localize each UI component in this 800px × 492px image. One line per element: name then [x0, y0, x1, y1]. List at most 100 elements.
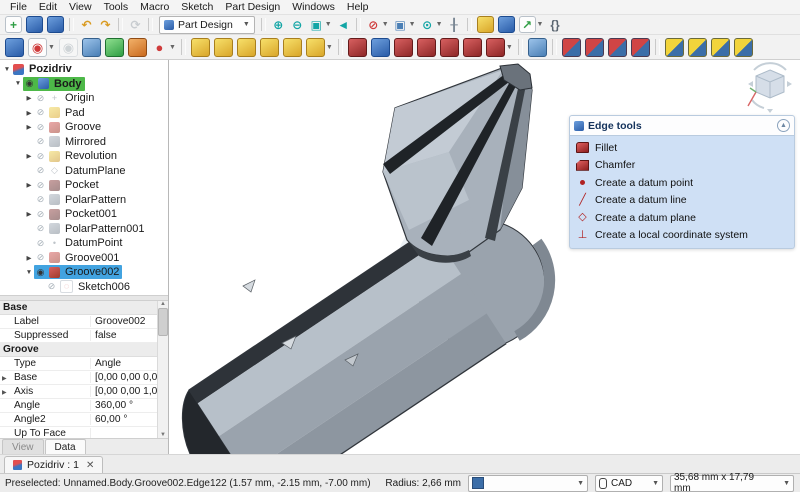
edge-tool-lcs[interactable]: ⊥Create a local coordinate system — [570, 227, 794, 245]
expand-open-icon[interactable]: ▼ — [24, 269, 34, 276]
edge-tool-fillet[interactable]: Fillet — [570, 139, 794, 157]
thickness-icon[interactable] — [630, 37, 651, 58]
save-icon[interactable] — [46, 15, 65, 34]
tree-item-datumplane[interactable]: ⊘◇DatumPlane — [0, 164, 168, 179]
document-tab[interactable]: Pozidriv : 1 ✕ — [4, 456, 103, 473]
create-part-icon[interactable] — [476, 15, 495, 34]
expand-closed-icon[interactable]: ▶ — [2, 375, 7, 382]
tree-item-revolution[interactable]: ▶⊘Revolution — [0, 149, 168, 164]
subtractive-helix-icon[interactable] — [462, 37, 483, 58]
undo-icon[interactable]: ↶ — [78, 16, 95, 33]
additive-loft-icon[interactable] — [236, 37, 257, 58]
property-value[interactable]: Groove002 — [91, 316, 158, 327]
expand-closed-icon[interactable]: ▶ — [24, 123, 34, 131]
axonometric-view-icon[interactable]: ▣▼ — [392, 16, 417, 33]
edge-tool-point[interactable]: Create a datum point — [570, 174, 794, 192]
pad-icon[interactable] — [190, 37, 211, 58]
subtractive-pipe-icon[interactable] — [439, 37, 460, 58]
expand-closed-icon[interactable]: ▶ — [24, 210, 34, 218]
scroll-down-icon[interactable]: ▼ — [160, 432, 166, 438]
hole-icon[interactable] — [370, 37, 391, 58]
close-tab-icon[interactable]: ✕ — [86, 460, 94, 471]
create-body-icon[interactable] — [4, 37, 25, 58]
shapebinder-icon[interactable] — [127, 37, 148, 58]
new-file-icon[interactable]: + — [4, 15, 23, 34]
polar-pattern-icon[interactable] — [710, 37, 731, 58]
edge-tool-plane[interactable]: ◇Create a datum plane — [570, 209, 794, 227]
tree-item-origin[interactable]: ▶⊘+Origin — [0, 91, 168, 106]
subtractive-loft-icon[interactable] — [416, 37, 437, 58]
mirrored-icon[interactable] — [664, 37, 685, 58]
menu-item-macro[interactable]: Macro — [134, 1, 175, 13]
make-link-icon[interactable]: ↗▼ — [518, 15, 545, 34]
validate-sketch-icon[interactable] — [104, 37, 125, 58]
draft-icon[interactable] — [607, 37, 628, 58]
create-sketch-icon[interactable]: ◉▼ — [27, 37, 56, 58]
workbench-selector[interactable]: Part Design▼ — [159, 16, 255, 34]
datum-tools-icon[interactable]: ●▼ — [150, 38, 177, 57]
additive-pipe-icon[interactable] — [259, 37, 280, 58]
tree-item-groove002[interactable]: ▼◉Groove002 — [0, 265, 168, 280]
3d-viewport[interactable]: Edge tools ▲ FilletChamferCreate a datum… — [169, 60, 800, 454]
tree-item-groove001[interactable]: ▶⊘Groove001 — [0, 251, 168, 266]
additive-helix-icon[interactable] — [282, 37, 303, 58]
tree-item-sketch006[interactable]: ⊘◌Sketch006 — [0, 280, 168, 295]
clipping-plane-icon[interactable]: ⊘▼ — [365, 16, 390, 33]
expand-closed-icon[interactable]: ▶ — [24, 152, 34, 160]
measure-icon[interactable]: ╂ — [446, 16, 463, 33]
navigation-style-combo[interactable]: CAD ▼ — [595, 475, 663, 492]
scroll-thumb[interactable] — [158, 308, 168, 336]
property-value[interactable]: 360,00 ° — [91, 400, 158, 411]
create-group-icon[interactable] — [497, 15, 516, 34]
subtractive-primitive-icon[interactable]: ▼ — [485, 37, 514, 58]
scroll-up-icon[interactable]: ▲ — [160, 301, 166, 307]
additive-primitive-icon[interactable]: ▼ — [305, 37, 334, 58]
expand-closed-icon[interactable]: ▶ — [2, 389, 7, 396]
property-value[interactable]: [0,00 0,00 0,00] — [91, 372, 158, 383]
edge-tools-header[interactable]: Edge tools ▲ — [569, 115, 795, 136]
menu-item-sketch[interactable]: Sketch — [175, 1, 219, 13]
expand-closed-icon[interactable]: ▶ — [24, 254, 34, 262]
menu-item-help[interactable]: Help — [341, 1, 375, 13]
chamfer-icon[interactable] — [584, 37, 605, 58]
menu-item-part-design[interactable]: Part Design — [219, 1, 286, 13]
redo-icon[interactable]: ↷ — [97, 16, 114, 33]
expand-closed-icon[interactable]: ▶ — [24, 94, 34, 102]
tree-item-mirrored[interactable]: ⊘Mirrored — [0, 135, 168, 150]
property-scrollbar[interactable]: ▲ ▼ — [157, 301, 168, 438]
tree-item-polarpattern[interactable]: ⊘PolarPattern — [0, 193, 168, 208]
tab-view[interactable]: View — [2, 439, 44, 454]
collapse-panel-icon[interactable]: ▲ — [777, 119, 790, 132]
menu-item-edit[interactable]: Edit — [33, 1, 63, 13]
property-value[interactable]: Angle — [91, 358, 158, 369]
zoom-region-icon[interactable]: ⊙▼ — [419, 16, 444, 33]
sync-view-icon[interactable]: ◄ — [335, 16, 352, 33]
tree-item-pocket[interactable]: ▶⊘Pocket — [0, 178, 168, 193]
edge-tool-chamfer[interactable]: Chamfer — [570, 157, 794, 175]
pocket-icon[interactable] — [347, 37, 368, 58]
revolution-icon[interactable] — [213, 37, 234, 58]
tree-item-pad[interactable]: ▶⊘Pad — [0, 106, 168, 121]
menu-item-view[interactable]: View — [63, 1, 98, 13]
tree-item-groove[interactable]: ▶⊘Groove — [0, 120, 168, 135]
tree-item-datumpoint[interactable]: ⊘•DatumPoint — [0, 236, 168, 251]
tree-item-polarpattern001[interactable]: ⊘PolarPattern001 — [0, 222, 168, 237]
property-group-groove[interactable]: Groove — [0, 343, 158, 357]
property-group-base[interactable]: Base — [0, 301, 158, 315]
navigation-cube[interactable] — [744, 62, 796, 114]
multitransform-icon[interactable] — [733, 37, 754, 58]
property-value[interactable]: 60,00 ° — [91, 414, 158, 425]
expand-closed-icon[interactable]: ▶ — [24, 109, 34, 117]
boolean-operation-icon[interactable] — [527, 37, 548, 58]
marker-size-combo[interactable]: ▼ — [468, 475, 588, 492]
tab-data[interactable]: Data — [45, 439, 86, 454]
open-file-icon[interactable] — [25, 15, 44, 34]
property-value[interactable]: [0,00 0,00 1,00] — [91, 386, 158, 397]
expand-open-icon[interactable]: ▼ — [13, 80, 23, 87]
zoom-in-icon[interactable]: ⊕ — [270, 16, 287, 33]
edge-tool-line[interactable]: ╱Create a datum line — [570, 192, 794, 210]
linear-pattern-icon[interactable] — [687, 37, 708, 58]
expand-open-icon[interactable]: ▼ — [2, 66, 12, 73]
menu-item-file[interactable]: File — [4, 1, 33, 13]
fillet-icon[interactable] — [561, 37, 582, 58]
